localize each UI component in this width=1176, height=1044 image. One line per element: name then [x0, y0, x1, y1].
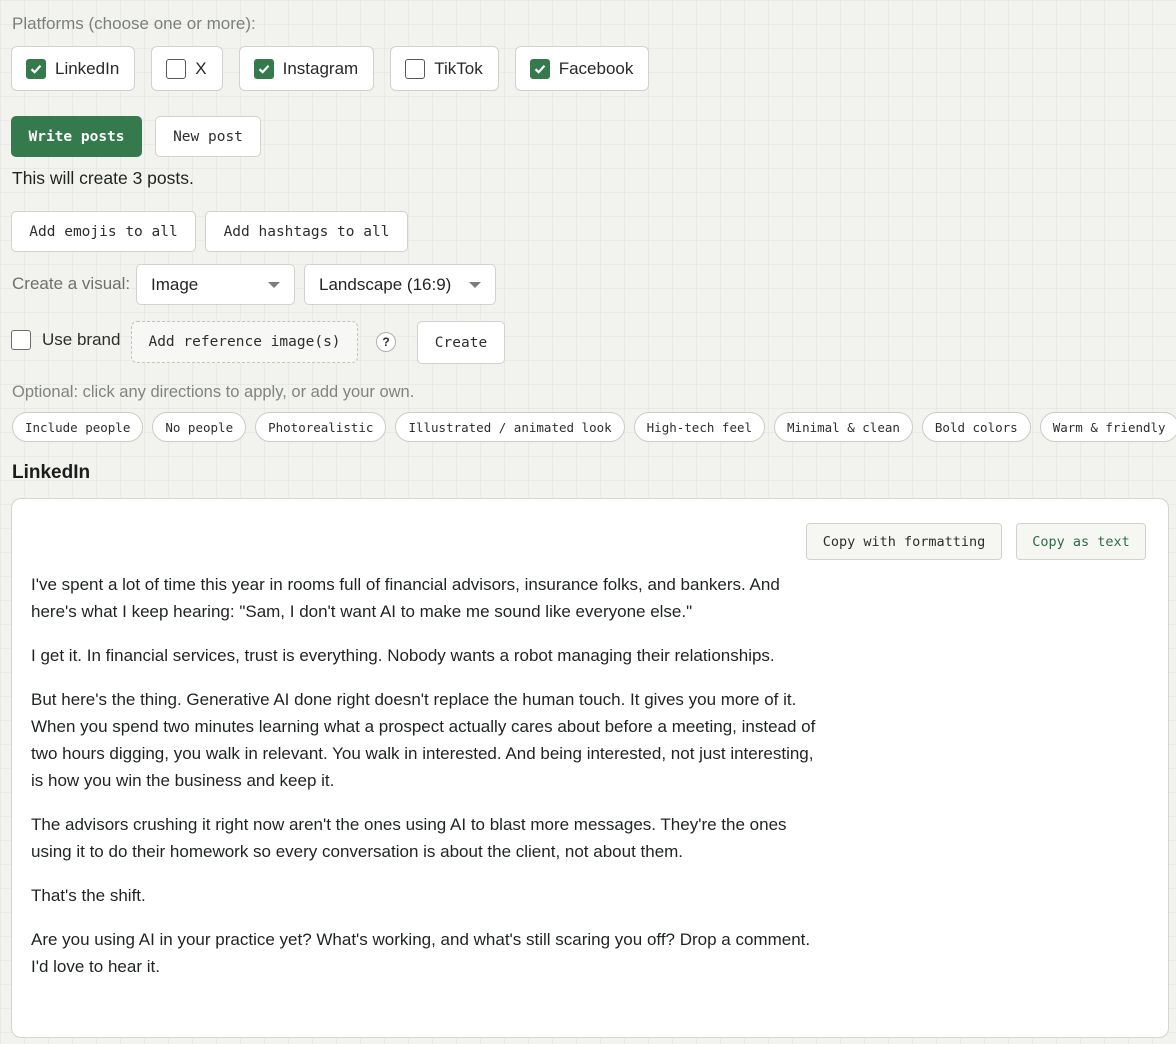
chevron-down-icon: [268, 281, 280, 288]
platform-label: Facebook: [558, 58, 634, 78]
post-paragraph: I've spent a lot of time this year in ro…: [31, 575, 780, 621]
platform-option-facebook[interactable]: Facebook: [514, 46, 650, 91]
platform-option-tiktok[interactable]: TikTok: [390, 46, 499, 91]
direction-chip-bold-colors[interactable]: Bold colors: [921, 412, 1031, 442]
use-brand-toggle[interactable]: Use brand: [11, 330, 120, 350]
platform-option-linkedin[interactable]: LinkedIn: [11, 46, 136, 91]
direction-chip-illustrated[interactable]: Illustrated / animated look: [395, 412, 625, 442]
checkbox-unchecked-icon[interactable]: [166, 58, 187, 79]
platform-label: Instagram: [282, 58, 359, 78]
direction-chip-include-people[interactable]: Include people: [12, 412, 144, 442]
platform-label: X: [195, 58, 207, 78]
direction-chip-no-people[interactable]: No people: [152, 412, 247, 442]
aspect-ratio-select[interactable]: Landscape (16:9): [304, 264, 496, 305]
checkbox-checked-icon[interactable]: [26, 58, 46, 79]
platform-option-instagram[interactable]: Instagram: [238, 46, 375, 91]
platform-label: TikTok: [434, 58, 483, 78]
post-platform-heading: LinkedIn: [12, 462, 91, 483]
post-paragraph: That's the shift.: [31, 886, 146, 905]
post-paragraph: I get it. In financial services, trust i…: [31, 646, 775, 665]
use-brand-label: Use brand: [42, 330, 121, 349]
chevron-down-icon: [469, 281, 481, 288]
platforms-label: Platforms (choose one or more):: [12, 14, 256, 33]
visual-type-select[interactable]: Image: [136, 264, 295, 305]
visual-type-value: Image: [151, 274, 199, 294]
add-reference-image-button[interactable]: Add reference image(s): [131, 321, 358, 363]
post-count-info: This will create 3 posts.: [12, 168, 194, 188]
copy-with-formatting-button[interactable]: Copy with formatting: [806, 523, 1002, 560]
new-post-button[interactable]: New post: [155, 116, 261, 157]
checkbox-unchecked-icon[interactable]: [11, 330, 31, 350]
platform-selector: LinkedIn X Instagram TikTok Facebook: [11, 46, 650, 91]
aspect-ratio-value: Landscape (16:9): [319, 274, 452, 294]
post-paragraph: The advisors crushing it right now aren'…: [31, 815, 787, 861]
direction-chips: Include people No people Photorealistic …: [12, 412, 1176, 442]
directions-label: Optional: click any directions to apply,…: [12, 383, 415, 401]
copy-as-text-button[interactable]: Copy as text: [1016, 523, 1146, 560]
direction-chip-warm-friendly[interactable]: Warm & friendly: [1039, 412, 1176, 442]
direction-chip-high-tech[interactable]: High-tech feel: [633, 412, 766, 442]
post-body: I've spent a lot of time this year in ro…: [31, 571, 821, 997]
direction-chip-minimal-clean[interactable]: Minimal & clean: [774, 412, 913, 442]
post-card: Copy with formatting Copy as text I've s…: [11, 498, 1169, 1038]
post-paragraph: But here's the thing. Generative AI done…: [31, 690, 816, 790]
direction-chip-photorealistic[interactable]: Photorealistic: [255, 412, 387, 442]
post-paragraph: Are you using AI in your practice yet? W…: [31, 930, 811, 976]
create-visual-label: Create a visual:: [12, 274, 131, 293]
create-visual-button[interactable]: Create: [417, 321, 505, 364]
add-emojis-button[interactable]: Add emojis to all: [11, 211, 196, 252]
write-posts-button[interactable]: Write posts: [11, 116, 142, 157]
checkbox-checked-icon[interactable]: [529, 58, 550, 79]
platform-option-x[interactable]: X: [151, 46, 223, 91]
checkbox-checked-icon[interactable]: [253, 58, 274, 79]
checkbox-unchecked-icon[interactable]: [405, 58, 426, 79]
help-icon[interactable]: ?: [376, 332, 396, 352]
platform-label: LinkedIn: [55, 58, 120, 78]
add-hashtags-button[interactable]: Add hashtags to all: [205, 211, 408, 252]
